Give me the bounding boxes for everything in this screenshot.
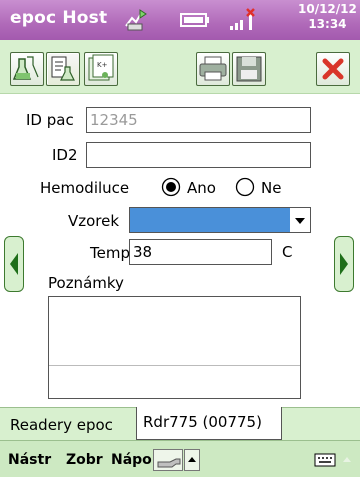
- title-bar: epoc Host 10/12/12 13:34: [0, 0, 360, 40]
- date-time: 10/12/12 13:34: [298, 2, 357, 32]
- id-pac-placeholder: 12345: [90, 111, 138, 129]
- card-button[interactable]: K+: [84, 52, 118, 86]
- app-title: epoc Host: [10, 8, 108, 28]
- id2-input[interactable]: [86, 142, 311, 168]
- patient-button[interactable]: [46, 52, 80, 86]
- close-icon: [322, 58, 344, 80]
- card-reader-icon: K+: [88, 54, 114, 81]
- signal-icon[interactable]: [228, 8, 258, 32]
- tab-readery-epoc[interactable]: Readery epoc: [4, 410, 132, 440]
- tab-readery-epoc-label: Readery epoc: [10, 416, 113, 434]
- tab-rdr775-label: Rdr775 (00775): [143, 413, 262, 431]
- poznamky-textarea[interactable]: [48, 296, 301, 399]
- temp-value: 38: [133, 243, 153, 261]
- vzorek-select[interactable]: [129, 207, 311, 233]
- arrow-right-icon: [340, 253, 348, 275]
- temp-input[interactable]: 38: [129, 239, 272, 265]
- keyboard-menu-chevron-icon[interactable]: [340, 452, 354, 468]
- temp-label: Temp: [90, 244, 130, 262]
- previous-button[interactable]: [4, 236, 24, 292]
- hemodiluce-ano-radio[interactable]: [161, 177, 181, 197]
- menu-bar: Nástr Zobr Nápo: [0, 440, 360, 477]
- hand-icon: [157, 458, 181, 468]
- id-pac-input[interactable]: 12345: [86, 107, 311, 133]
- tab-strip: Readery epoc Rdr775 (00775): [0, 407, 360, 440]
- menu-zobr[interactable]: Zobr: [66, 452, 103, 468]
- save-button[interactable]: [232, 52, 266, 86]
- next-button[interactable]: [334, 236, 354, 292]
- svg-text:K+: K+: [97, 61, 108, 69]
- floppy-disk-icon: [236, 56, 262, 82]
- chevron-down-icon[interactable]: [290, 208, 310, 232]
- sync-icon[interactable]: [122, 6, 150, 34]
- input-method-button[interactable]: [153, 449, 183, 471]
- date: 10/12/12: [298, 2, 357, 16]
- menu-napo[interactable]: Nápo: [111, 452, 152, 468]
- print-button[interactable]: [196, 52, 230, 86]
- temp-unit: C: [282, 243, 293, 261]
- document-flask-icon: [51, 56, 75, 81]
- hemodiluce-ne-radio[interactable]: [235, 177, 255, 197]
- battery-icon[interactable]: [180, 12, 210, 28]
- arrow-left-icon: [10, 253, 18, 275]
- input-method-menu-button[interactable]: [184, 449, 200, 471]
- keyboard-icon[interactable]: [314, 452, 336, 468]
- time: 13:34: [308, 17, 347, 31]
- toolbar: K+: [0, 40, 360, 94]
- close-button[interactable]: [316, 52, 350, 86]
- flask-icon: [12, 56, 39, 80]
- printer-icon: [199, 56, 227, 81]
- textarea-divider: [49, 365, 300, 366]
- menu-nastr[interactable]: Nástr: [8, 452, 51, 468]
- vzorek-label: Vzorek: [68, 212, 120, 230]
- tests-button[interactable]: [10, 52, 44, 86]
- chevron-up-icon: [188, 457, 196, 462]
- poznamky-label: Poznámky: [48, 274, 124, 292]
- id2-label: ID2: [52, 146, 78, 164]
- hemodiluce-ne-label: Ne: [261, 179, 282, 197]
- tab-rdr775[interactable]: Rdr775 (00775): [136, 407, 282, 440]
- hemodiluce-ano-label: Ano: [187, 179, 216, 197]
- hemodiluce-label: Hemodiluce: [40, 179, 130, 197]
- id-pac-label: ID pac: [26, 111, 74, 129]
